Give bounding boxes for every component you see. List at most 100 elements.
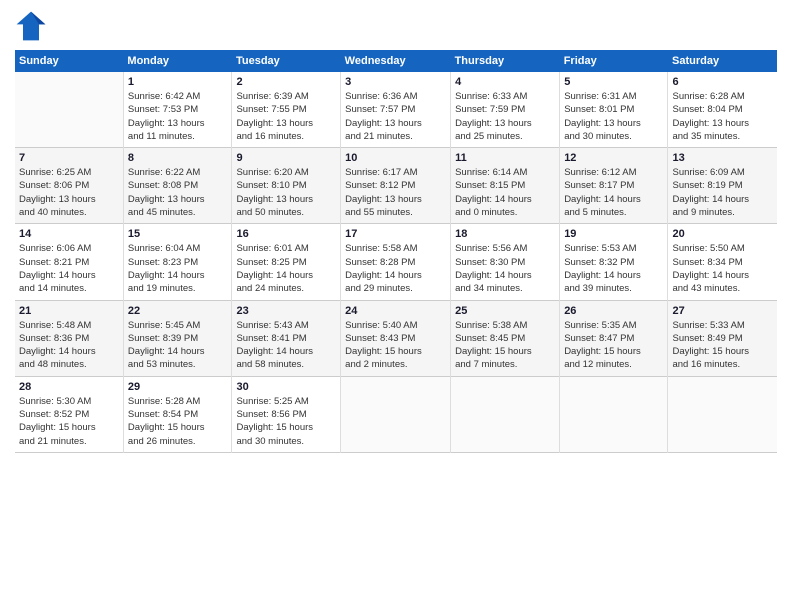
day-number: 12 [564, 152, 663, 164]
day-number: 21 [19, 305, 119, 317]
day-info: Sunrise: 5:35 AM Sunset: 8:47 PM Dayligh… [564, 319, 663, 372]
day-info: Sunrise: 6:22 AM Sunset: 8:08 PM Dayligh… [128, 166, 228, 219]
day-number: 7 [19, 152, 119, 164]
calendar-cell: 22 Sunrise: 5:45 AM Sunset: 8:39 PM Dayli… [123, 300, 232, 376]
day-info: Sunrise: 6:01 AM Sunset: 8:25 PM Dayligh… [236, 242, 336, 295]
day-info: Sunrise: 6:36 AM Sunset: 7:57 PM Dayligh… [345, 90, 446, 143]
calendar-cell: 12 Sunrise: 6:12 AM Sunset: 8:17 PM Dayli… [560, 148, 668, 224]
calendar-cell: 26 Sunrise: 5:35 AM Sunset: 8:47 PM Dayli… [560, 300, 668, 376]
day-number: 28 [19, 381, 119, 393]
calendar-cell [560, 376, 668, 452]
day-info: Sunrise: 5:25 AM Sunset: 8:56 PM Dayligh… [236, 395, 336, 448]
day-number: 19 [564, 228, 663, 240]
day-info: Sunrise: 6:28 AM Sunset: 8:04 PM Dayligh… [672, 90, 773, 143]
calendar-cell [451, 376, 560, 452]
day-number: 22 [128, 305, 228, 317]
calendar-cell: 23 Sunrise: 5:43 AM Sunset: 8:41 PM Dayli… [232, 300, 341, 376]
weekday-header-saturday: Saturday [668, 50, 777, 72]
day-number: 24 [345, 305, 446, 317]
calendar-cell: 27 Sunrise: 5:33 AM Sunset: 8:49 PM Dayli… [668, 300, 777, 376]
day-number: 5 [564, 76, 663, 88]
day-info: Sunrise: 6:14 AM Sunset: 8:15 PM Dayligh… [455, 166, 555, 219]
calendar-cell: 11Sunrise: 6:14 AM Sunset: 8:15 PM Dayli… [451, 148, 560, 224]
day-number: 29 [128, 381, 228, 393]
day-info: Sunrise: 5:48 AM Sunset: 8:36 PM Dayligh… [19, 319, 119, 372]
day-info: Sunrise: 6:12 AM Sunset: 8:17 PM Dayligh… [564, 166, 663, 219]
day-number: 26 [564, 305, 663, 317]
day-number: 18 [455, 228, 555, 240]
day-info: Sunrise: 5:30 AM Sunset: 8:52 PM Dayligh… [19, 395, 119, 448]
day-number: 13 [672, 152, 773, 164]
calendar-cell: 5 Sunrise: 6:31 AM Sunset: 8:01 PM Daylig… [560, 72, 668, 148]
weekday-header-tuesday: Tuesday [232, 50, 341, 72]
day-info: Sunrise: 5:43 AM Sunset: 8:41 PM Dayligh… [236, 319, 336, 372]
day-info: Sunrise: 5:45 AM Sunset: 8:39 PM Dayligh… [128, 319, 228, 372]
weekday-header-monday: Monday [123, 50, 232, 72]
day-number: 1 [128, 76, 228, 88]
day-info: Sunrise: 5:33 AM Sunset: 8:49 PM Dayligh… [672, 319, 773, 372]
calendar-week-row: 21 Sunrise: 5:48 AM Sunset: 8:36 PM Dayli… [15, 300, 777, 376]
day-info: Sunrise: 5:56 AM Sunset: 8:30 PM Dayligh… [455, 242, 555, 295]
calendar-table: SundayMondayTuesdayWednesdayThursdayFrid… [15, 50, 777, 453]
calendar-cell: 4 Sunrise: 6:33 AM Sunset: 7:59 PM Daylig… [451, 72, 560, 148]
weekday-header-wednesday: Wednesday [341, 50, 451, 72]
day-info: Sunrise: 6:25 AM Sunset: 8:06 PM Dayligh… [19, 166, 119, 219]
day-info: Sunrise: 5:40 AM Sunset: 8:43 PM Dayligh… [345, 319, 446, 372]
day-number: 30 [236, 381, 336, 393]
day-number: 20 [672, 228, 773, 240]
calendar-cell: 10Sunrise: 6:17 AM Sunset: 8:12 PM Dayli… [341, 148, 451, 224]
day-info: Sunrise: 6:17 AM Sunset: 8:12 PM Dayligh… [345, 166, 446, 219]
calendar-cell: 28 Sunrise: 5:30 AM Sunset: 8:52 PM Dayli… [15, 376, 123, 452]
calendar-cell: 16 Sunrise: 6:01 AM Sunset: 8:25 PM Dayli… [232, 224, 341, 300]
calendar-cell: 17Sunrise: 5:58 AM Sunset: 8:28 PM Dayli… [341, 224, 451, 300]
calendar-cell: 3 Sunrise: 6:36 AM Sunset: 7:57 PM Daylig… [341, 72, 451, 148]
logo [15, 10, 51, 42]
day-info: Sunrise: 6:04 AM Sunset: 8:23 PM Dayligh… [128, 242, 228, 295]
day-number: 6 [672, 76, 773, 88]
day-info: Sunrise: 6:31 AM Sunset: 8:01 PM Dayligh… [564, 90, 663, 143]
calendar-week-row: 28 Sunrise: 5:30 AM Sunset: 8:52 PM Dayli… [15, 376, 777, 452]
calendar-cell: 1Sunrise: 6:42 AM Sunset: 7:53 PM Daylig… [123, 72, 232, 148]
day-number: 4 [455, 76, 555, 88]
day-info: Sunrise: 6:06 AM Sunset: 8:21 PM Dayligh… [19, 242, 119, 295]
day-number: 16 [236, 228, 336, 240]
calendar-cell: 13 Sunrise: 6:09 AM Sunset: 8:19 PM Dayli… [668, 148, 777, 224]
calendar-cell: 19 Sunrise: 5:53 AM Sunset: 8:32 PM Dayli… [560, 224, 668, 300]
calendar-week-row: 14 Sunrise: 6:06 AM Sunset: 8:21 PM Dayli… [15, 224, 777, 300]
calendar-week-row: 7 Sunrise: 6:25 AM Sunset: 8:06 PM Daylig… [15, 148, 777, 224]
day-number: 23 [236, 305, 336, 317]
calendar-cell: 8Sunrise: 6:22 AM Sunset: 8:08 PM Daylig… [123, 148, 232, 224]
calendar-cell: 24 Sunrise: 5:40 AM Sunset: 8:43 PM Dayli… [341, 300, 451, 376]
weekday-header-sunday: Sunday [15, 50, 123, 72]
weekday-header-thursday: Thursday [451, 50, 560, 72]
calendar-cell: 29Sunrise: 5:28 AM Sunset: 8:54 PM Dayli… [123, 376, 232, 452]
day-number: 27 [672, 305, 773, 317]
day-info: Sunrise: 6:09 AM Sunset: 8:19 PM Dayligh… [672, 166, 773, 219]
calendar-week-row: 1Sunrise: 6:42 AM Sunset: 7:53 PM Daylig… [15, 72, 777, 148]
day-number: 17 [345, 228, 446, 240]
day-number: 14 [19, 228, 119, 240]
day-info: Sunrise: 5:53 AM Sunset: 8:32 PM Dayligh… [564, 242, 663, 295]
day-info: Sunrise: 5:38 AM Sunset: 8:45 PM Dayligh… [455, 319, 555, 372]
calendar-body: 1Sunrise: 6:42 AM Sunset: 7:53 PM Daylig… [15, 72, 777, 452]
calendar-cell: 18 Sunrise: 5:56 AM Sunset: 8:30 PM Dayli… [451, 224, 560, 300]
calendar-cell: 9Sunrise: 6:20 AM Sunset: 8:10 PM Daylig… [232, 148, 341, 224]
calendar-cell [668, 376, 777, 452]
calendar-cell: 15 Sunrise: 6:04 AM Sunset: 8:23 PM Dayli… [123, 224, 232, 300]
calendar-header: SundayMondayTuesdayWednesdayThursdayFrid… [15, 50, 777, 72]
calendar-cell: 25 Sunrise: 5:38 AM Sunset: 8:45 PM Dayli… [451, 300, 560, 376]
day-info: Sunrise: 6:33 AM Sunset: 7:59 PM Dayligh… [455, 90, 555, 143]
calendar-cell: 7 Sunrise: 6:25 AM Sunset: 8:06 PM Daylig… [15, 148, 123, 224]
day-number: 2 [236, 76, 336, 88]
calendar-cell: 30 Sunrise: 5:25 AM Sunset: 8:56 PM Dayli… [232, 376, 341, 452]
calendar-cell: 2 Sunrise: 6:39 AM Sunset: 7:55 PM Daylig… [232, 72, 341, 148]
calendar-cell: 14 Sunrise: 6:06 AM Sunset: 8:21 PM Dayli… [15, 224, 123, 300]
day-number: 15 [128, 228, 228, 240]
day-number: 3 [345, 76, 446, 88]
calendar-cell [341, 376, 451, 452]
day-number: 9 [236, 152, 336, 164]
page-container: SundayMondayTuesdayWednesdayThursdayFrid… [0, 0, 792, 463]
weekday-header-friday: Friday [560, 50, 668, 72]
day-number: 25 [455, 305, 555, 317]
day-info: Sunrise: 6:39 AM Sunset: 7:55 PM Dayligh… [236, 90, 336, 143]
